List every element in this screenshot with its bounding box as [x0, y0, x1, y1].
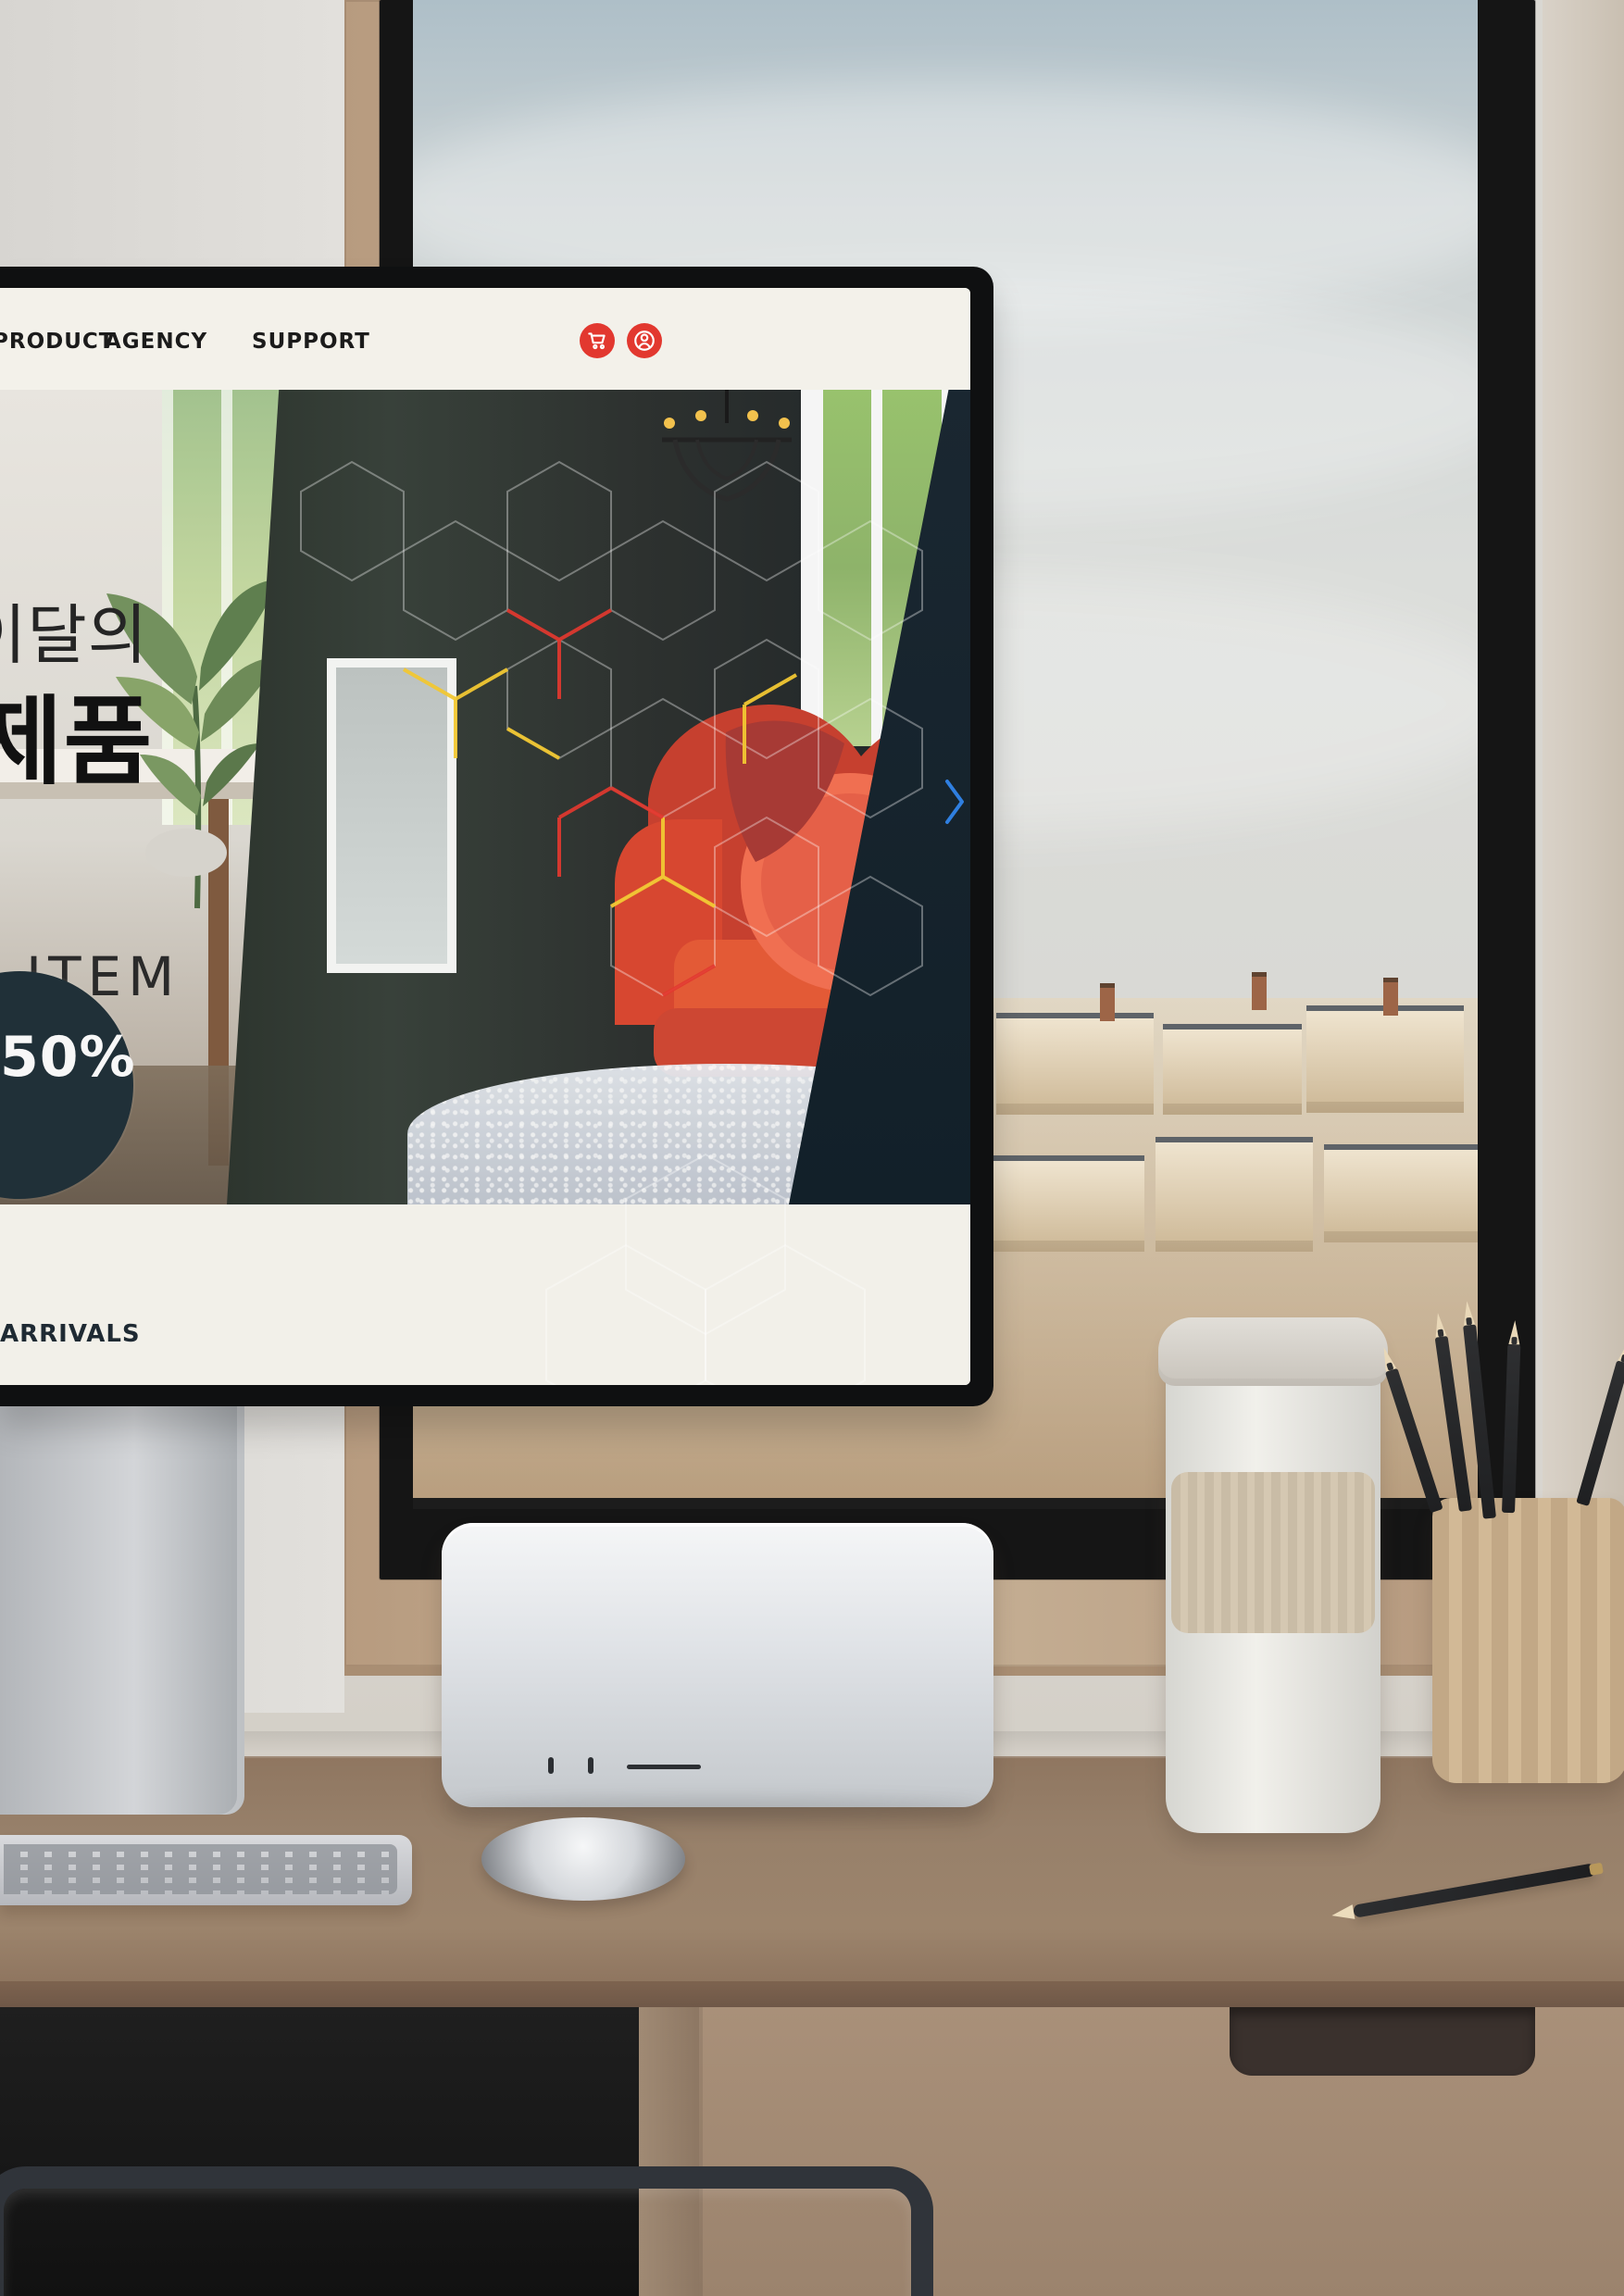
- keyboard: [0, 1835, 412, 1905]
- nav-product[interactable]: PRODUCT: [0, 330, 114, 354]
- pencil-holder: [1432, 1498, 1624, 1783]
- mouse: [481, 1817, 685, 1901]
- chevron-right-icon: [945, 780, 964, 824]
- roof-shape: [1163, 1024, 1302, 1115]
- keyboard-keys: [4, 1844, 397, 1894]
- drawer-handle: [1230, 2007, 1535, 2076]
- mini-pc: [442, 1523, 993, 1807]
- roof-shape: [1324, 1144, 1478, 1242]
- nav-support[interactable]: SUPPORT: [252, 330, 370, 354]
- room-door: [327, 658, 456, 973]
- mini-pc-card-slot: [627, 1765, 701, 1769]
- nav-agency[interactable]: AGENCY: [105, 330, 207, 354]
- chandelier-illustration: [662, 390, 792, 502]
- chair-back: [0, 2166, 933, 2296]
- desk-edge: [0, 1981, 1624, 2009]
- hero-banner: 이달의 제품 ITEM 50%: [0, 390, 970, 1204]
- monitor-stand: [0, 1398, 244, 1815]
- roof-shape: [1306, 1005, 1464, 1113]
- hero-title-main: 제품: [0, 685, 154, 798]
- desk-scene: PRODUCT AGENCY SUPPORT 달의 제품 ITEM 50% AR…: [0, 0, 1624, 2296]
- cup-sleeve: [1171, 1472, 1375, 1633]
- mini-pc-port: [588, 1757, 593, 1774]
- hero-title-top: 이달의: [0, 597, 149, 673]
- shopping-cart-icon: [588, 332, 606, 350]
- cart-button[interactable]: [580, 323, 615, 358]
- chimney: [1252, 972, 1267, 1010]
- travel-cup: [1158, 1317, 1388, 1833]
- next-slide-button[interactable]: [938, 774, 970, 830]
- roof-shape: [1156, 1137, 1313, 1252]
- top-navigation-bar: PRODUCT AGENCY SUPPORT: [0, 288, 970, 390]
- mini-pc-port: [548, 1757, 554, 1774]
- cup-lid: [1158, 1317, 1388, 1386]
- roof-shape: [996, 1013, 1154, 1115]
- website-screen: PRODUCT AGENCY SUPPORT 달의 제품 ITEM 50% AR…: [0, 288, 970, 1385]
- section-title: ARRIVALS: [0, 1320, 141, 1348]
- chimney: [1100, 983, 1115, 1021]
- user-icon: [634, 331, 655, 351]
- chimney: [1383, 978, 1398, 1016]
- lower-content-panel: [0, 1204, 970, 1385]
- discount-value: 50%: [0, 1025, 136, 1090]
- account-button[interactable]: [627, 323, 662, 358]
